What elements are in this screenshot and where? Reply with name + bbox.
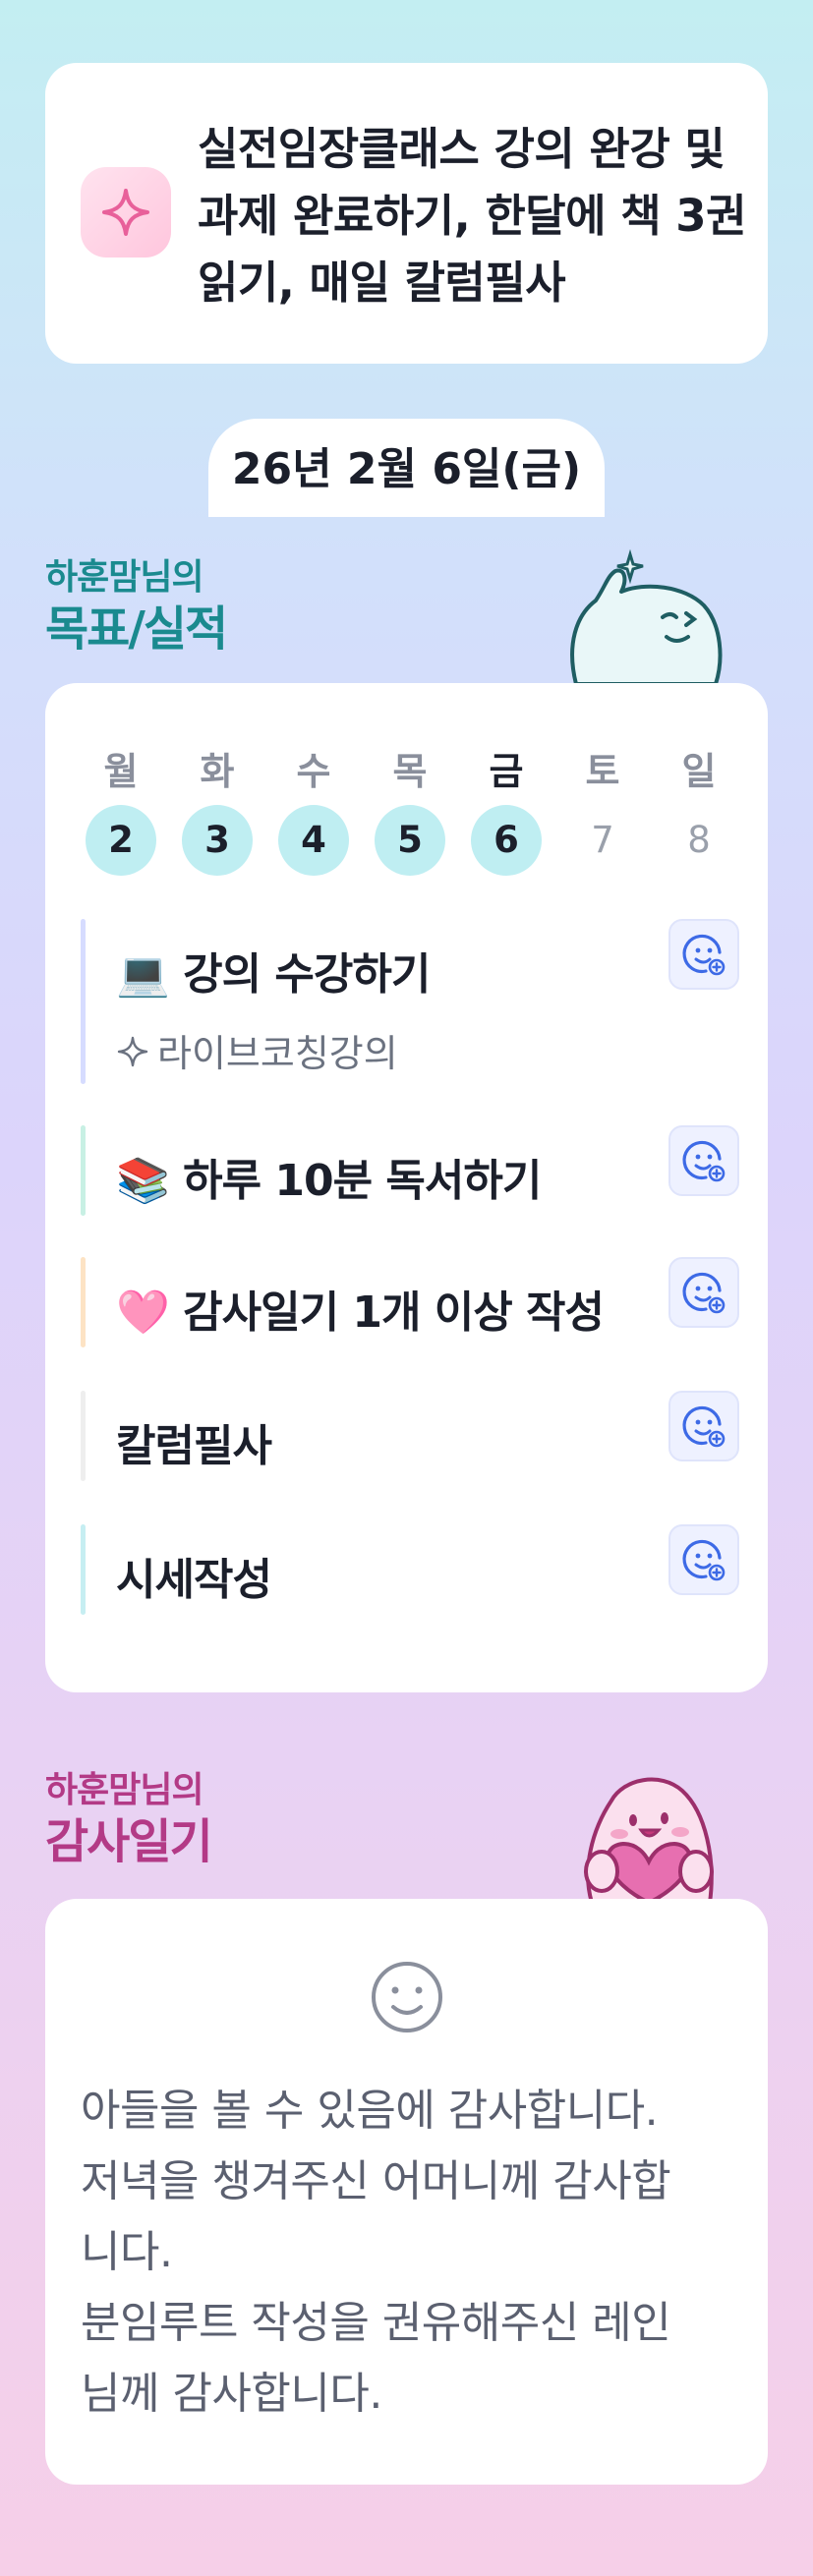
day-number: 2 — [86, 805, 156, 876]
day-name: 금 — [489, 750, 524, 793]
add-reaction-button[interactable] — [668, 1125, 739, 1196]
goals-section-title: 목표/실적 — [45, 601, 228, 657]
task-title-text: 감사일기 1개 이상 작성 — [183, 1288, 605, 1338]
task-row[interactable]: 📚 하루 10분 독서하기 — [81, 1125, 739, 1216]
day-3[interactable]: 목5 — [371, 746, 449, 876]
add-reaction-icon — [682, 934, 726, 976]
mascot-cheer-icon — [570, 548, 723, 684]
day-1[interactable]: 화3 — [178, 746, 257, 876]
mascot-heart-icon — [584, 1777, 714, 1903]
day-2[interactable]: 수4 — [274, 746, 353, 876]
task-color-bar — [81, 919, 86, 1084]
add-reaction-button[interactable] — [668, 1257, 739, 1328]
add-reaction-icon — [682, 1272, 726, 1314]
add-reaction-button[interactable] — [668, 1524, 739, 1595]
day-0[interactable]: 월2 — [82, 746, 160, 876]
day-6[interactable]: 일8 — [660, 746, 738, 876]
day-number: 3 — [182, 805, 253, 876]
day-name: 화 — [200, 750, 235, 793]
task-color-bar — [81, 1391, 86, 1481]
add-reaction-icon — [682, 1405, 726, 1448]
add-reaction-icon — [682, 1140, 726, 1182]
goal-card: 실전임장클래스 강의 완강 및 과제 완료하기, 한달에 책 3권 읽기, 매일… — [45, 63, 768, 364]
sparkle-small-icon — [117, 1036, 148, 1067]
task-title-text: 강의 수강하기 — [183, 949, 431, 1000]
gratitude-card: 아들을 볼 수 있음에 감사합니다. 저녁을 챙겨주신 어머니께 감사합니다. 분임… — [45, 1899, 768, 2485]
day-name: 일 — [681, 750, 717, 793]
task-row[interactable]: 🩷 감사일기 1개 이상 작성 — [81, 1257, 739, 1347]
task-sub-text: 라이브코칭강의 — [157, 1032, 398, 1075]
gratitude-line: 님께 감사합니다. — [81, 2369, 382, 2419]
day-number: 8 — [687, 819, 711, 861]
gratitude-section-title: 감사일기 — [45, 1814, 213, 1869]
task-title: 칼럼필사 — [116, 1410, 272, 1473]
sparkle-icon — [81, 167, 171, 258]
task-title-text: 시세작성 — [116, 1555, 272, 1605]
task-row[interactable]: 시세작성 — [81, 1524, 739, 1615]
gratitude-line: 저녁을 챙겨주신 어머니께 감사합 — [81, 2156, 671, 2206]
gratitude-line: 니다. — [81, 2227, 173, 2277]
task-row[interactable]: 칼럼필사 — [81, 1391, 739, 1481]
smile-icon[interactable] — [368, 1958, 446, 2036]
day-name: 수 — [296, 750, 331, 793]
add-reaction-button[interactable] — [668, 919, 739, 990]
add-reaction-icon — [682, 1539, 726, 1581]
goal-text: 실전임장클래스 강의 완강 및 과제 완료하기, 한달에 책 3권 읽기, 매일… — [198, 123, 746, 309]
gratitude-line: 아들을 볼 수 있음에 감사합니다. — [81, 2086, 659, 2136]
task-sub-label: 라이브코칭강의 — [116, 1023, 398, 1077]
task-color-bar — [81, 1524, 86, 1615]
task-title: 📚 하루 10분 독서하기 — [116, 1145, 542, 1208]
gratitude-line: 분임루트 작성을 권유해주신 레인 — [81, 2298, 671, 2348]
task-emoji-icon: 🩷 — [116, 1288, 170, 1338]
day-number: 7 — [591, 819, 614, 861]
day-5[interactable]: 토7 — [563, 746, 642, 876]
task-color-bar — [81, 1125, 86, 1216]
task-title-text: 하루 10분 독서하기 — [183, 1156, 542, 1206]
task-title-text: 칼럼필사 — [116, 1421, 272, 1471]
task-emoji-icon: 📚 — [116, 1156, 170, 1206]
day-name: 토 — [585, 750, 620, 793]
task-title: 💻 강의 수강하기 — [116, 939, 431, 1002]
gratitude-text: 아들을 볼 수 있음에 감사합니다. 저녁을 챙겨주신 어머니께 감사합니다. 분임… — [81, 2076, 749, 2430]
task-title: 🩷 감사일기 1개 이상 작성 — [116, 1277, 605, 1340]
task-row[interactable]: 💻 강의 수강하기 라이브코칭강의 — [81, 919, 739, 1084]
day-4[interactable]: 금6 — [467, 746, 546, 876]
day-name: 목 — [392, 750, 428, 793]
day-number: 4 — [278, 805, 349, 876]
task-emoji-icon: 💻 — [116, 949, 170, 1000]
day-number: 5 — [375, 805, 445, 876]
task-color-bar — [81, 1257, 86, 1347]
date-label[interactable]: 26년 2월 6일(금) — [208, 419, 605, 517]
task-title: 시세작성 — [116, 1544, 272, 1607]
day-name: 월 — [103, 750, 139, 793]
goals-card: 월2화3수4목5금6토7일8 💻 강의 수강하기 라이브코칭강의 📚 하루 10… — [45, 683, 768, 1692]
add-reaction-button[interactable] — [668, 1391, 739, 1461]
day-number: 6 — [471, 805, 542, 876]
